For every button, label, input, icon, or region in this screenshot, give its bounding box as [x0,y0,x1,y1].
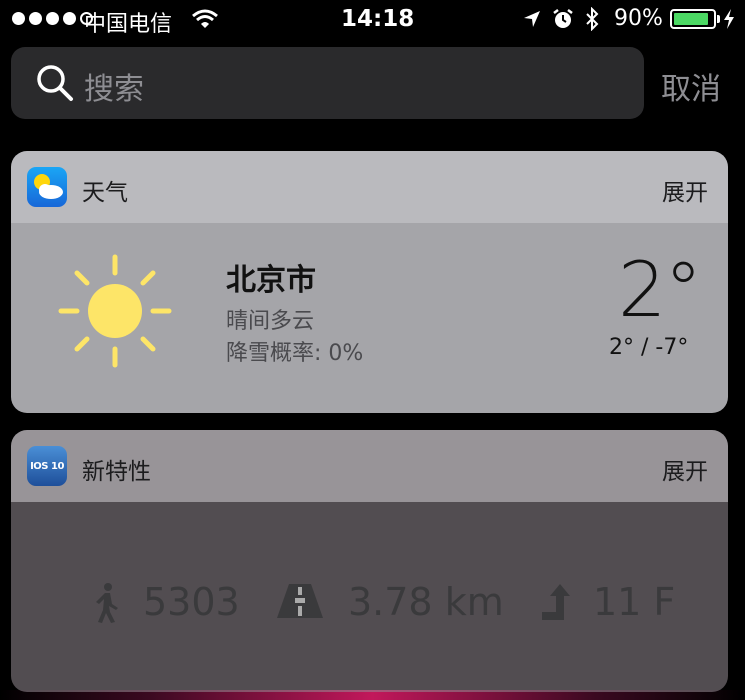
floors-climbed-icon [541,584,571,624]
activity-stats: 5303 3.78 km 11 F [11,502,728,692]
step-count: 5303 [143,580,240,624]
weather-expand-button[interactable]: 展开 [662,173,708,207]
battery-percent: 90% [614,6,663,31]
status-bar: 中国电信 14:18 90% [0,0,745,40]
features-expand-button[interactable]: 展开 [662,452,708,486]
search-icon [36,64,74,106]
battery-tip [717,15,720,23]
search-field[interactable]: 搜索 [11,47,644,119]
alarm-icon [552,8,574,36]
weather-app-icon [27,167,67,207]
features-widget-header: IOS 10 新特性 展开 [11,430,728,502]
snow-chance: 降雪概率: 0% [226,341,364,366]
carrier-name: 中国电信 [84,12,173,37]
current-temperature: 2° [618,245,702,334]
sun-icon [55,251,175,375]
weather-widget-body: 北京市 晴间多云 降雪概率: 0% 2° 2° / -7° [11,223,728,413]
battery-icon [670,9,716,29]
weather-condition: 晴间多云 [226,309,315,334]
wifi-icon [192,8,218,36]
floors-count: 11 F [593,580,676,624]
clock: 14:18 [341,6,415,32]
cancel-button[interactable]: 取消 [661,64,721,108]
ios10-app-icon: IOS 10 [27,446,67,486]
charging-bolt-icon [723,8,735,36]
road-icon [277,584,323,622]
weather-widget[interactable]: 天气 展开 北京市 晴间多云 降雪概率: 0% 2° 2° / -7° [11,151,728,413]
weather-app-name: 天气 [82,180,128,206]
city-name: 北京市 [226,263,316,298]
features-app-name: 新特性 [82,459,151,485]
signal-strength-icon [12,12,93,25]
bluetooth-icon [584,6,600,37]
temperature-range: 2° / -7° [609,335,689,360]
location-arrow-icon [522,9,542,35]
distance-walked: 3.78 km [348,580,504,624]
features-widget[interactable]: IOS 10 新特性 展开 5303 3.78 km 11 F [11,430,728,692]
walking-icon [91,582,121,628]
search-placeholder: 搜索 [84,72,144,107]
weather-widget-header: 天气 展开 [11,151,728,223]
